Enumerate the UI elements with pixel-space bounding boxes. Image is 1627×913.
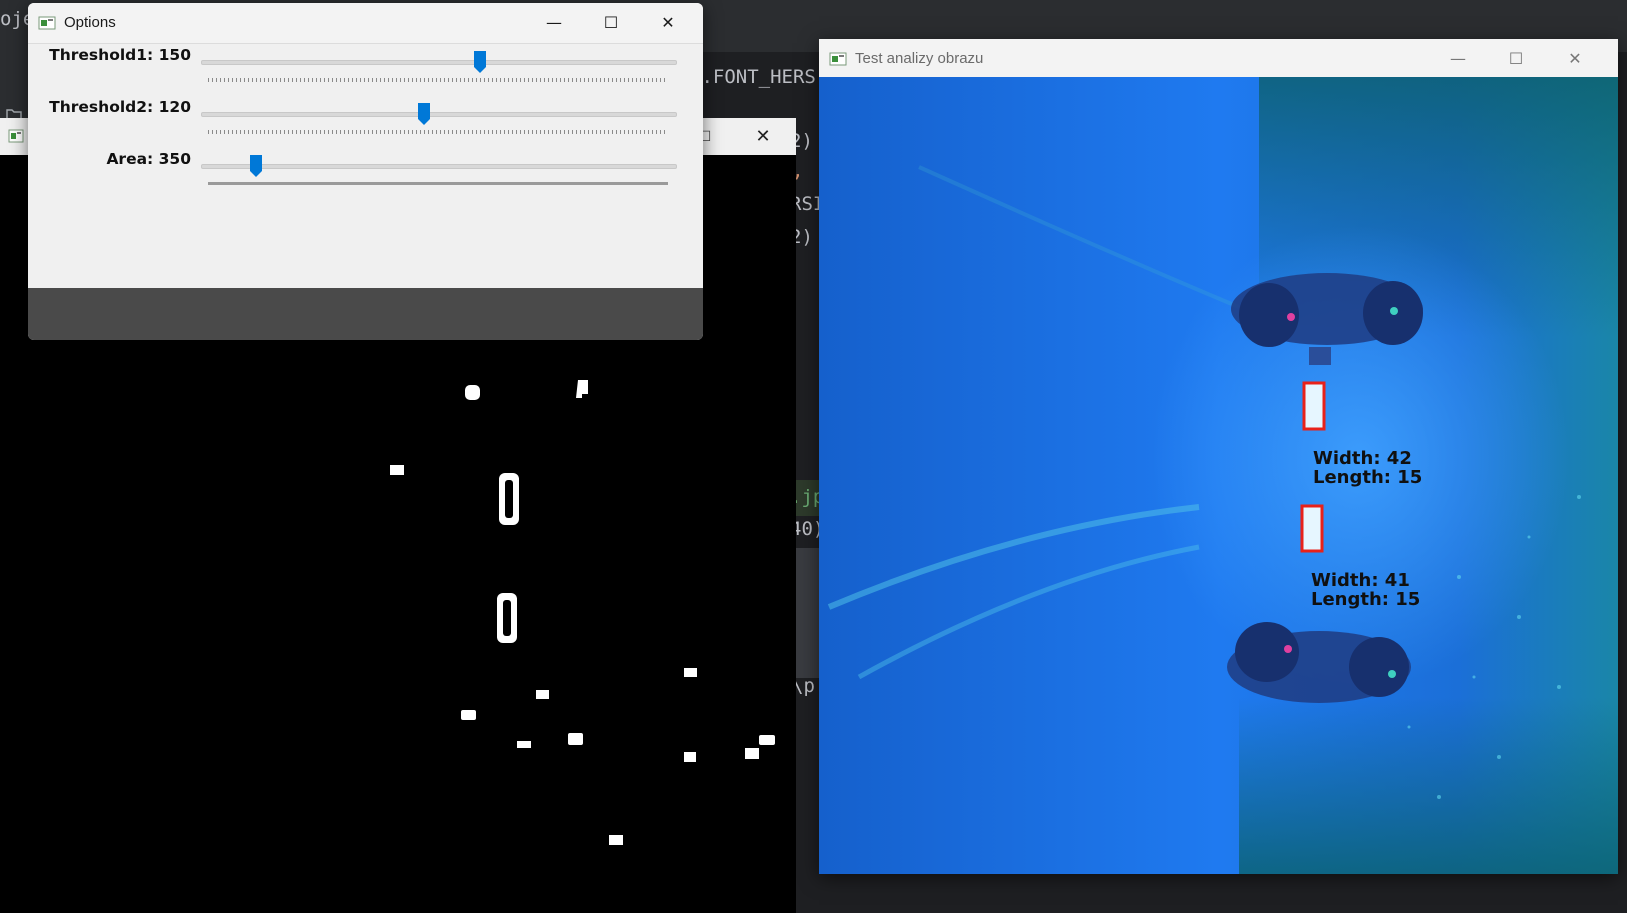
test-window-titlebar: Test analizy obrazu — ☐ ✕ [819, 39, 1618, 79]
trackbar-threshold2: Threshold2: 120 [28, 98, 703, 146]
minimize-button[interactable]: — [532, 8, 576, 38]
camera-image: Width: 42 Length: 15 Width: 41 Length: 1… [819, 77, 1618, 874]
detection-length-label: Length: 15 [1311, 589, 1420, 610]
trackbar-ticks [208, 78, 668, 82]
options-window-titlebar: Options — ☐ ✕ [28, 3, 703, 44]
trackbar-thumb[interactable] [417, 102, 431, 126]
detection-width-label: Width: 42 [1313, 448, 1412, 469]
app-icon [38, 15, 56, 31]
options-window-footer [28, 288, 703, 340]
close-button[interactable]: ✕ [748, 124, 778, 150]
ide-code-fragment: 2.FONT_HERS [690, 66, 816, 88]
trackbar-area: Area: 350 [28, 150, 703, 198]
trackbar-thumb[interactable] [249, 154, 263, 178]
trackbar-thumb[interactable] [473, 50, 487, 74]
trackbar-track[interactable] [201, 60, 677, 65]
trackbar-ticks [208, 182, 668, 185]
detection-width-label: Width: 41 [1311, 570, 1410, 591]
maximize-button[interactable]: ☐ [589, 8, 633, 38]
trackbar-threshold1: Threshold1: 150 [28, 46, 703, 94]
trackbar-track[interactable] [201, 112, 677, 117]
trackbar-ticks [208, 130, 668, 134]
options-window: Options — ☐ ✕ Threshold1: 150 Threshold2… [28, 3, 703, 340]
trackbar-label: Area: 350 [106, 150, 191, 168]
minimize-button[interactable]: — [1436, 44, 1480, 74]
close-button[interactable]: ✕ [1553, 44, 1597, 74]
detection-length-label: Length: 15 [1313, 467, 1422, 488]
test-analysis-window: Test analizy obrazu — ☐ ✕ Width: 42 Leng… [819, 39, 1618, 874]
trackbar-label: Threshold1: 150 [49, 46, 191, 64]
trackbar-label: Threshold2: 120 [49, 98, 191, 116]
options-window-body: Threshold1: 150 Threshold2: 120 Area: 35… [28, 44, 703, 288]
maximize-button[interactable]: ☐ [1494, 44, 1538, 74]
close-button[interactable]: ✕ [646, 8, 690, 38]
trackbar-track[interactable] [201, 164, 677, 169]
window-title: Options [64, 14, 116, 31]
app-icon [8, 128, 24, 144]
app-icon [829, 51, 847, 67]
window-title: Test analizy obrazu [855, 50, 984, 67]
